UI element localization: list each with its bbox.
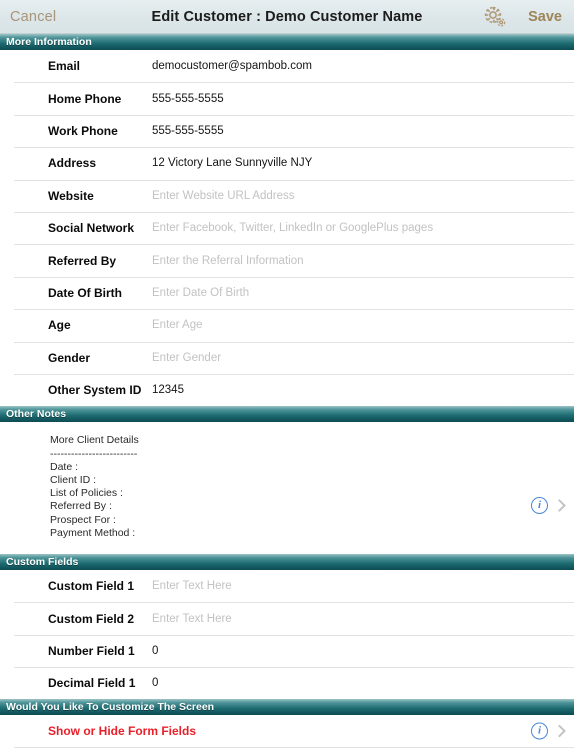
field-label: Gender xyxy=(48,350,91,365)
field-label: Email xyxy=(48,59,81,74)
field-label: Address xyxy=(48,156,97,171)
form-row[interactable]: Decimal Field 1 0 xyxy=(0,667,574,700)
field-input[interactable]: Enter Date Of Birth xyxy=(152,287,574,299)
field-label: Referred By xyxy=(48,253,117,268)
form-row[interactable]: Social Network Enter Facebook, Twitter, L… xyxy=(0,211,574,245)
field-input[interactable]: Enter Website URL Address xyxy=(152,190,574,202)
section-header-more-information: More Information xyxy=(0,34,574,50)
form-row[interactable]: Referred By Enter the Referral Informatio… xyxy=(0,244,574,277)
other-notes-text: More Client Details --------------------… xyxy=(50,434,139,539)
field-label: Work Phone xyxy=(48,123,118,138)
field-input[interactable]: democustomer@spambob.com xyxy=(152,60,574,72)
section-header-other-notes: Other Notes xyxy=(0,406,574,423)
field-input[interactable]: 12 Victory Lane Sunnyville NJY xyxy=(152,157,574,169)
custom-field-input[interactable]: Enter Text Here xyxy=(152,613,574,625)
custom-field-input[interactable]: 0 xyxy=(152,677,574,689)
section-header-customize-screen: Would You Like To Customize The Screen xyxy=(0,699,574,716)
form-row[interactable]: Address 12 Victory Lane Sunnyville NJY xyxy=(0,147,574,180)
field-input[interactable]: Enter Facebook, Twitter, LinkedIn or Goo… xyxy=(152,222,574,234)
field-input[interactable]: 555-555-5555 xyxy=(152,125,574,137)
field-input[interactable]: 12345 xyxy=(152,384,574,396)
show-or-hide-form-fields-label: Show or Hide Form Fields xyxy=(48,724,197,739)
more-information-field-list: Email democustomer@spambob.com Home Phone 5… xyxy=(0,50,574,407)
field-input[interactable]: Enter Gender xyxy=(152,352,574,364)
form-row[interactable]: Custom Field 1 Enter Text Here xyxy=(0,569,574,603)
form-row[interactable]: Age Enter Age xyxy=(0,309,574,342)
custom-field-input[interactable]: Enter Text Here xyxy=(152,580,574,592)
field-label: Other System ID xyxy=(48,383,142,398)
info-circle-icon[interactable]: i xyxy=(531,497,548,515)
other-notes-accessory: i xyxy=(531,497,566,515)
show-or-hide-form-fields-row[interactable]: Show or Hide Form Fields i xyxy=(0,715,574,748)
form-row[interactable]: Email democustomer@spambob.com xyxy=(0,50,574,83)
field-input[interactable]: Enter the Referral Information xyxy=(152,255,574,267)
custom-field-label: Number Field 1 xyxy=(48,643,135,658)
custom-fields-field-list: Custom Field 1 Enter Text Here Custom Fiel… xyxy=(0,569,574,700)
form-row[interactable]: Date Of Birth Enter Date Of Birth xyxy=(0,276,574,310)
info-circle-icon[interactable]: i xyxy=(531,722,548,740)
navigation-bar: Cancel Edit Customer : Demo Customer Nam… xyxy=(0,0,574,34)
field-label: Website xyxy=(48,188,94,203)
field-input[interactable]: 555-555-5555 xyxy=(152,93,574,105)
form-row[interactable]: Website Enter Website URL Address xyxy=(0,179,574,212)
field-input[interactable]: Enter Age xyxy=(152,319,574,331)
field-label: Age xyxy=(48,318,71,333)
field-label: Home Phone xyxy=(48,91,122,106)
custom-field-label: Custom Field 1 xyxy=(48,579,135,594)
field-label: Social Network xyxy=(48,221,135,236)
form-row[interactable]: Gender Enter Gender xyxy=(0,341,574,374)
form-row[interactable]: Custom Field 2 Enter Text Here xyxy=(0,602,574,635)
cancel-button[interactable]: Cancel xyxy=(10,9,56,25)
custom-field-input[interactable]: 0 xyxy=(152,645,574,657)
custom-field-label: Decimal Field 1 xyxy=(48,676,136,691)
gear-icon[interactable] xyxy=(482,5,508,29)
bottom-divider xyxy=(14,747,574,749)
custom-field-label: Custom Field 2 xyxy=(48,611,135,626)
form-row[interactable]: Home Phone 555-555-5555 xyxy=(0,82,574,115)
field-label: Date Of Birth xyxy=(48,285,123,300)
other-notes-row[interactable]: More Client Details --------------------… xyxy=(0,422,574,554)
section-header-custom-fields: Custom Fields xyxy=(0,553,574,570)
form-row[interactable]: Work Phone 555-555-5555 xyxy=(0,114,574,148)
chevron-right-icon[interactable] xyxy=(553,725,566,738)
save-button[interactable]: Save xyxy=(528,9,562,25)
chevron-right-icon[interactable] xyxy=(553,499,566,513)
customize-accessory: i xyxy=(531,722,566,740)
form-row[interactable]: Number Field 1 0 xyxy=(0,634,574,668)
form-row[interactable]: Other System ID 12345 xyxy=(0,373,574,407)
